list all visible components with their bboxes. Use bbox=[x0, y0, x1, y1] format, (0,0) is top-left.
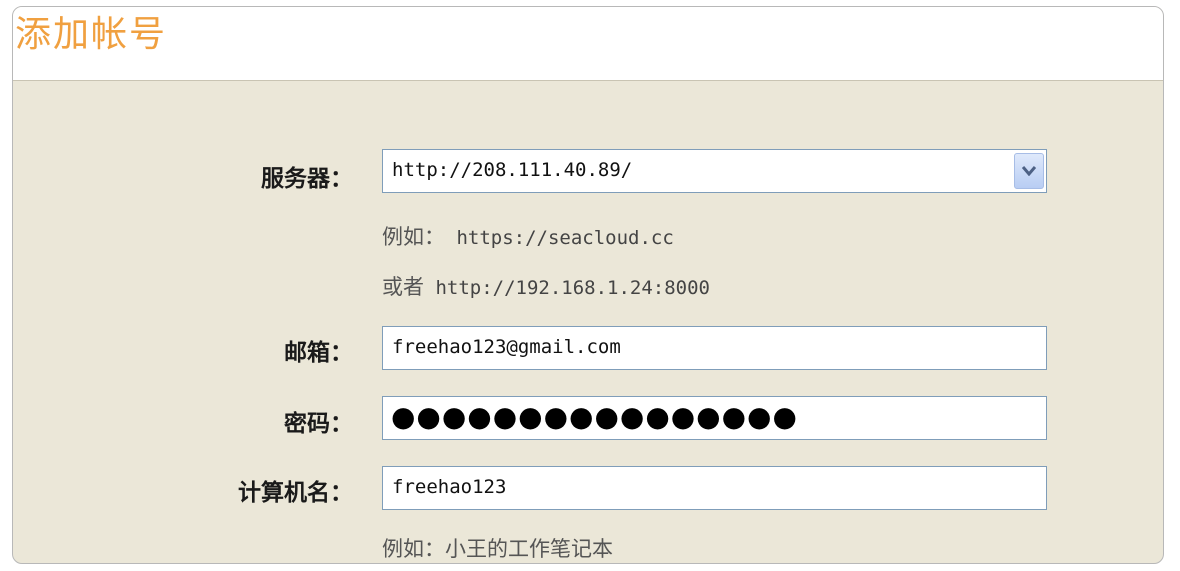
server-hint-1-example: https://seacloud.cc bbox=[445, 227, 674, 249]
computer-name-label: 计算机名： bbox=[238, 480, 353, 506]
server-hint-1-prefix: 例如： bbox=[382, 225, 445, 249]
password-field-value: ●●●●●●●●●●●●●●●● bbox=[391, 400, 798, 433]
server-select[interactable]: http://208.111.40.89/ bbox=[382, 149, 1047, 193]
chevron-down-icon bbox=[1022, 166, 1036, 176]
computer-name-hint: 例如：小王的工作笔记本 bbox=[382, 537, 613, 561]
password-label: 密码： bbox=[284, 411, 353, 437]
server-hint-2-example: http://192.168.1.24:8000 bbox=[424, 277, 710, 299]
server-hint-2: 或者 http://192.168.1.24:8000 bbox=[382, 271, 710, 301]
server-dropdown-button[interactable] bbox=[1014, 153, 1044, 189]
server-label: 服务器： bbox=[261, 166, 353, 192]
account-form: 服务器： http://208.111.40.89/ 例如： https://s… bbox=[13, 81, 1163, 563]
server-hint-1: 例如： https://seacloud.cc bbox=[382, 221, 674, 251]
email-field-value: freehao123@gmail.com bbox=[392, 336, 621, 358]
email-label: 邮箱： bbox=[284, 340, 353, 366]
dialog-title: 添加帐号 bbox=[15, 14, 168, 55]
add-account-dialog: 添加帐号 服务器： http://208.111.40.89/ 例如： http… bbox=[12, 6, 1164, 564]
computer-name-field[interactable]: freehao123 bbox=[382, 466, 1047, 510]
dialog-header: 添加帐号 bbox=[13, 7, 1163, 81]
email-field[interactable]: freehao123@gmail.com bbox=[382, 326, 1047, 370]
server-hint-2-prefix: 或者 bbox=[382, 275, 424, 299]
password-field[interactable]: ●●●●●●●●●●●●●●●● bbox=[382, 396, 1047, 440]
server-select-value: http://208.111.40.89/ bbox=[392, 159, 633, 181]
computer-name-field-value: freehao123 bbox=[392, 476, 507, 498]
